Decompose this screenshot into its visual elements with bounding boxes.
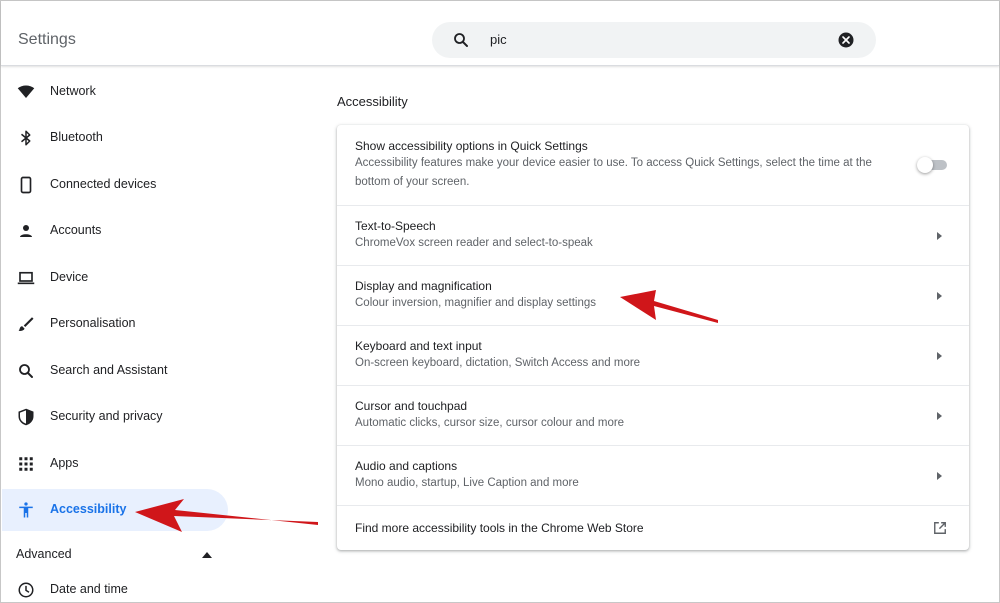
sidebar-item-personalisation[interactable]: Personalisation — [2, 303, 228, 345]
row-subtitle: ChromeVox screen reader and select-to-sp… — [355, 237, 593, 249]
row-title: Show accessibility options in Quick Sett… — [355, 139, 588, 153]
row-quick-settings[interactable]: Show accessibility options in Quick Sett… — [337, 125, 969, 205]
sidebar-item-label: Accessibility — [50, 502, 127, 516]
laptop-icon — [17, 271, 35, 285]
search-input[interactable]: pic — [490, 32, 507, 47]
row-audio-and-captions[interactable]: Audio and captions Mono audio, startup, … — [337, 445, 969, 505]
row-cursor-and-touchpad[interactable]: Cursor and touchpad Automatic clicks, cu… — [337, 385, 969, 445]
search-box[interactable]: pic — [432, 22, 876, 58]
chevron-right-icon — [937, 412, 942, 420]
sidebar-item-label: Device — [50, 270, 89, 284]
sidebar-item-bluetooth[interactable]: Bluetooth — [2, 117, 228, 159]
row-subtitle: Mono audio, startup, Live Caption and mo… — [355, 477, 579, 489]
chevron-right-icon — [937, 292, 942, 300]
accessibility-card: Show accessibility options in Quick Sett… — [337, 125, 969, 550]
sidebar-item-label: Network — [50, 84, 96, 98]
external-link-icon — [934, 522, 946, 534]
advanced-label: Advanced — [16, 547, 72, 561]
chevron-right-icon — [937, 472, 942, 480]
advanced-section-toggle[interactable]: Advanced — [16, 547, 216, 567]
search-icon — [19, 364, 33, 378]
clock-icon — [18, 582, 34, 598]
row-text-to-speech[interactable]: Text-to-Speech ChromeVox screen reader a… — [337, 205, 969, 265]
settings-header: Settings pic — [1, 1, 999, 66]
clear-icon[interactable] — [837, 31, 855, 49]
chevron-right-icon — [937, 232, 942, 240]
row-title: Audio and captions — [355, 459, 458, 473]
row-display-and-magnification[interactable]: Display and magnification Colour inversi… — [337, 265, 969, 325]
sidebar-item-label: Search and Assistant — [50, 363, 168, 377]
row-title: Keyboard and text input — [355, 339, 482, 353]
sidebar-item-label: Bluetooth — [50, 130, 103, 144]
sidebar-item-device[interactable]: Device — [2, 257, 228, 299]
phone-icon — [20, 176, 32, 194]
app-title: Settings — [18, 31, 76, 48]
brush-icon — [18, 317, 34, 331]
row-title: Find more accessibility tools in the Chr… — [355, 521, 644, 535]
sidebar-item-search-and-assistant[interactable]: Search and Assistant — [2, 350, 228, 392]
sidebar-item-label: Personalisation — [50, 316, 136, 330]
accessibility-icon — [19, 502, 33, 518]
row-subtitle: bottom of your screen. — [355, 176, 470, 188]
toggle-knob — [917, 157, 933, 173]
wifi-icon — [17, 85, 35, 98]
row-chrome-web-store-link[interactable]: Find more accessibility tools in the Chr… — [337, 505, 969, 550]
sidebar-item-label: Security and privacy — [50, 409, 163, 423]
row-subtitle: On-screen keyboard, dictation, Switch Ac… — [355, 357, 641, 369]
shield-icon — [18, 408, 34, 426]
sidebar-item-label: Apps — [50, 456, 79, 470]
caret-up-icon — [202, 552, 212, 558]
sidebar-item-label: Connected devices — [50, 177, 157, 191]
row-title: Display and magnification — [355, 279, 492, 293]
sidebar-item-label: Date and time — [50, 582, 128, 596]
row-subtitle: Colour inversion, magnifier and display … — [355, 297, 596, 309]
person-icon — [20, 225, 32, 237]
sidebar-item-accessibility[interactable]: Accessibility — [2, 489, 228, 531]
apps-grid-icon — [19, 457, 33, 471]
sidebar: Network Bluetooth Connected devices Acco… — [1, 67, 241, 602]
row-keyboard-and-text-input[interactable]: Keyboard and text input On-screen keyboa… — [337, 325, 969, 385]
sidebar-item-connected-devices[interactable]: Connected devices — [2, 164, 228, 206]
bluetooth-icon — [21, 130, 31, 146]
page-title: Accessibility — [337, 94, 408, 109]
row-title: Text-to-Speech — [355, 219, 436, 233]
sidebar-item-accounts[interactable]: Accounts — [2, 210, 228, 252]
sidebar-item-date-and-time[interactable]: Date and time — [2, 569, 228, 603]
sidebar-item-label: Accounts — [50, 223, 102, 237]
row-title: Cursor and touchpad — [355, 399, 468, 413]
row-subtitle: Accessibility features make your device … — [355, 157, 872, 169]
chevron-right-icon — [937, 352, 942, 360]
sidebar-item-network[interactable]: Network — [2, 71, 228, 113]
sidebar-item-apps[interactable]: Apps — [2, 443, 228, 485]
row-subtitle: Automatic clicks, cursor size, cursor co… — [355, 417, 625, 429]
quick-settings-toggle[interactable] — [917, 157, 949, 173]
search-icon — [454, 33, 468, 47]
sidebar-item-security-and-privacy[interactable]: Security and privacy — [2, 396, 228, 438]
